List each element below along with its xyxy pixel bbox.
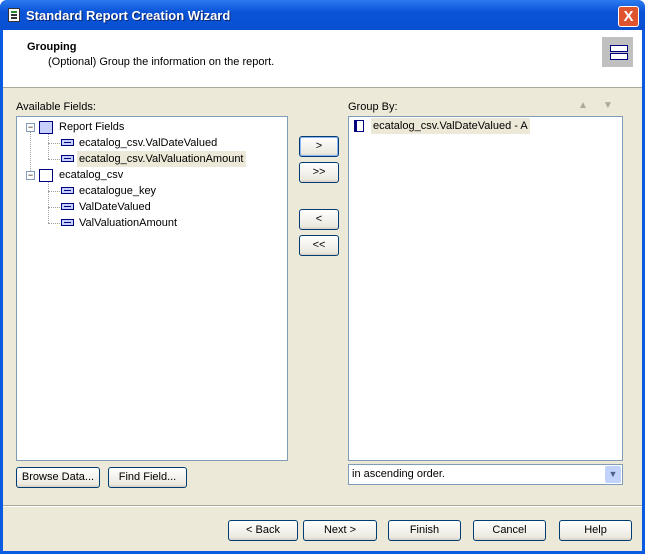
- report-icon: [8, 8, 20, 22]
- tree-item[interactable]: ecatalog_csv.ValDateValued: [79, 135, 217, 151]
- collapse-toggle[interactable]: −: [26, 171, 35, 180]
- add-button[interactable]: >: [299, 136, 339, 157]
- cancel-button[interactable]: Cancel: [473, 520, 546, 541]
- page-subtitle: (Optional) Group the information on the …: [48, 56, 275, 68]
- available-fields-label: Available Fields:: [16, 101, 96, 113]
- tree-node-table[interactable]: ecatalog_csv: [39, 167, 123, 183]
- tree-item[interactable]: ecatalogue_key: [79, 183, 156, 199]
- next-button[interactable]: Next >: [303, 520, 377, 541]
- tree-node-label: ecatalog_csv: [59, 169, 124, 181]
- dialog-body: Grouping (Optional) Group the informatio…: [3, 30, 642, 551]
- tree-item[interactable]: ValValuationAmount: [79, 215, 177, 231]
- collapse-toggle[interactable]: −: [26, 123, 35, 132]
- arrow-down-icon[interactable]: ▼: [603, 100, 613, 111]
- group-by-list[interactable]: ecatalog_csv.ValDateValued - A: [348, 116, 623, 461]
- browse-data-button[interactable]: Browse Data...: [16, 467, 100, 488]
- window-title: Standard Report Creation Wizard: [26, 8, 231, 23]
- field-icon: [61, 203, 74, 210]
- tree-item-selected[interactable]: ecatalog_csv.ValValuationAmount: [77, 151, 246, 167]
- back-button[interactable]: < Back: [228, 520, 298, 541]
- field-icon: [61, 155, 74, 162]
- group-by-label: Group By:: [348, 101, 398, 113]
- tree-node-label: Report Fields: [59, 121, 125, 133]
- report-fields-icon: [39, 120, 53, 134]
- field-icon: [61, 139, 74, 146]
- wizard-header: Grouping (Optional) Group the informatio…: [3, 30, 642, 88]
- available-fields-tree[interactable]: − Report Fields ecatalog_csv.ValDateValu…: [16, 116, 288, 461]
- field-icon: [61, 219, 74, 226]
- chevron-down-icon[interactable]: ▼: [605, 466, 621, 483]
- divider: [3, 505, 642, 507]
- grouping-icon: [602, 37, 633, 67]
- finish-button[interactable]: Finish: [388, 520, 461, 541]
- remove-button[interactable]: <: [299, 209, 339, 230]
- page-title: Grouping: [27, 41, 77, 53]
- add-all-button[interactable]: >>: [299, 162, 339, 183]
- group-item[interactable]: ecatalog_csv.ValDateValued - A: [371, 118, 530, 134]
- sort-order-select[interactable]: in ascending order. ▼: [348, 464, 623, 485]
- tree-item[interactable]: ValDateValued: [79, 199, 151, 215]
- find-field-button[interactable]: Find Field...: [108, 467, 187, 488]
- close-button[interactable]: X: [618, 6, 639, 27]
- arrow-up-icon[interactable]: ▲: [578, 100, 588, 111]
- wizard-window: Standard Report Creation Wizard X Groupi…: [0, 0, 645, 554]
- help-button[interactable]: Help: [559, 520, 632, 541]
- field-icon: [61, 187, 74, 194]
- table-icon: [39, 168, 53, 182]
- group-icon: [354, 120, 364, 132]
- title-bar[interactable]: Standard Report Creation Wizard X: [0, 0, 645, 30]
- tree-node-report-fields[interactable]: Report Fields: [39, 119, 124, 135]
- sort-order-value: in ascending order.: [352, 468, 445, 480]
- remove-all-button[interactable]: <<: [299, 235, 339, 256]
